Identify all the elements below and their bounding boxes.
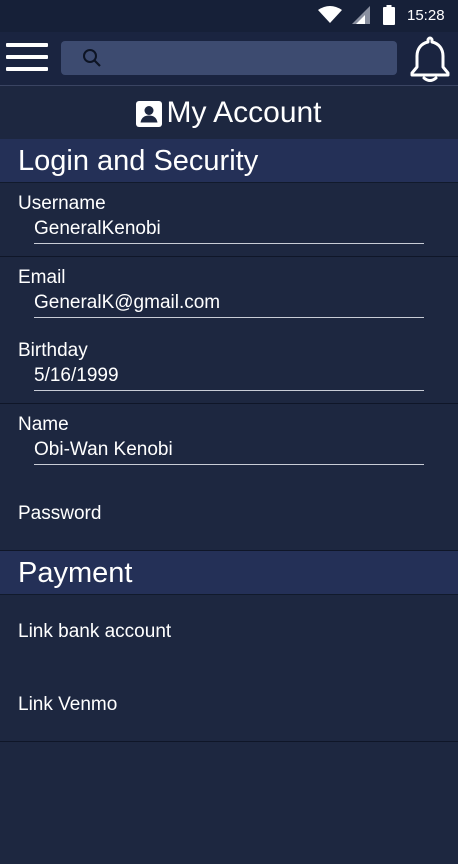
wifi-icon — [318, 6, 342, 23]
link-venmo-row[interactable]: Link Venmo — [0, 668, 458, 742]
menu-line-icon — [6, 43, 48, 47]
clock-time: 15:28 — [407, 7, 445, 24]
field-row-name: Name Obi-Wan Kenobi — [0, 404, 458, 478]
username-label: Username — [18, 193, 106, 214]
link-venmo-label: Link Venmo — [18, 694, 118, 715]
email-label: Email — [18, 267, 66, 288]
username-field[interactable]: GeneralKenobi — [34, 218, 424, 244]
birthday-label: Birthday — [18, 340, 88, 361]
page-title: My Account — [166, 96, 322, 129]
page-title-row: My Account — [0, 87, 458, 139]
search-bar[interactable] — [61, 41, 397, 75]
search-input[interactable] — [111, 45, 387, 71]
status-bar: 15:28 — [0, 0, 458, 32]
link-bank-account-row[interactable]: Link bank account — [0, 595, 458, 669]
name-label: Name — [18, 414, 69, 435]
menu-button[interactable] — [6, 43, 48, 73]
password-row[interactable]: Password — [0, 477, 458, 551]
field-row-username: Username GeneralKenobi — [0, 183, 458, 257]
cell-signal-icon — [352, 6, 370, 24]
search-icon — [83, 49, 101, 67]
battery-icon — [383, 5, 395, 25]
account-box-icon — [136, 101, 163, 127]
link-bank-account-label: Link bank account — [18, 621, 172, 642]
email-field[interactable]: GeneralK@gmail.com — [34, 292, 424, 318]
menu-line-icon — [6, 67, 48, 71]
top-app-bar — [0, 32, 458, 86]
password-label: Password — [18, 503, 102, 524]
section-header-payment: Payment — [0, 551, 458, 595]
birthday-field[interactable]: 5/16/1999 — [34, 365, 424, 391]
field-row-birthday: Birthday 5/16/1999 — [0, 330, 458, 404]
section-header-login-security: Login and Security — [0, 139, 458, 183]
field-row-email: Email GeneralK@gmail.com — [0, 257, 458, 331]
name-field[interactable]: Obi-Wan Kenobi — [34, 439, 424, 465]
notification-bell-icon[interactable] — [409, 35, 451, 83]
menu-line-icon — [6, 55, 48, 59]
